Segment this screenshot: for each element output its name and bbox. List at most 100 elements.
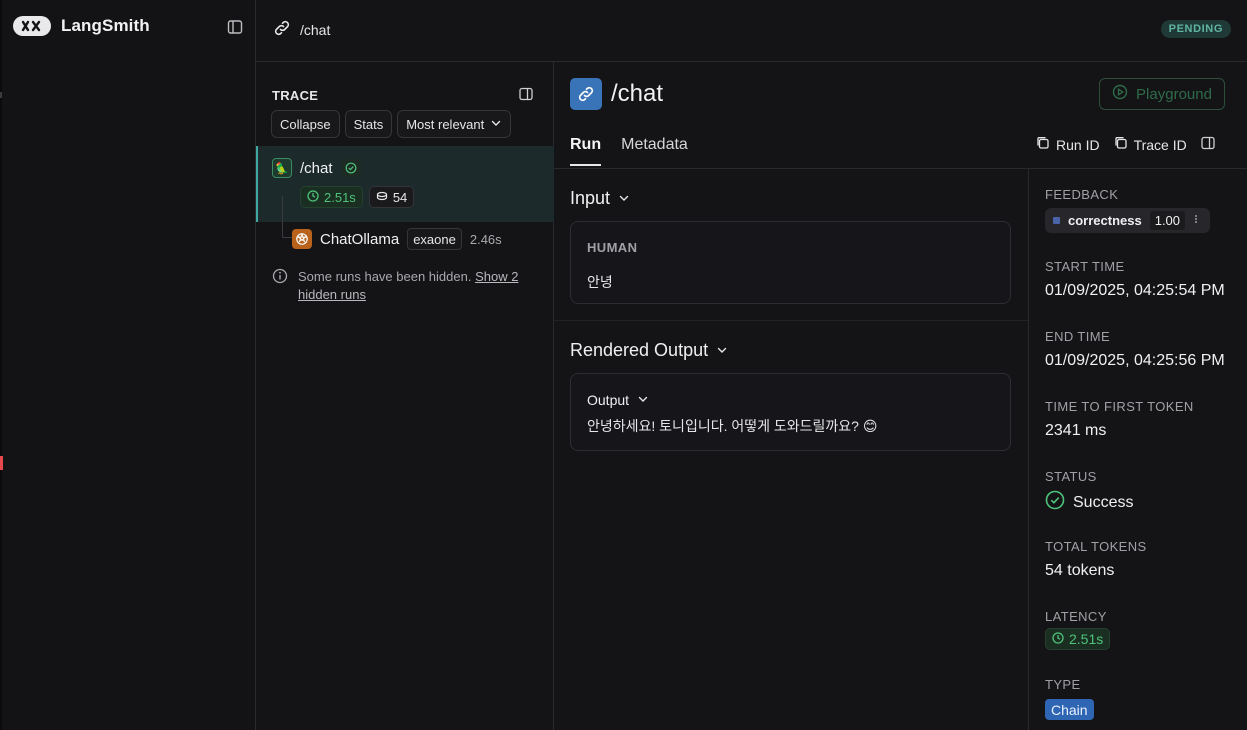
output-section-toggle[interactable]: Rendered Output xyxy=(570,340,728,361)
edge-marker xyxy=(0,92,2,98)
chevron-down-icon xyxy=(637,392,649,408)
run-node-root: 🦜 /chat xyxy=(272,158,361,178)
info-icon xyxy=(272,268,288,304)
latency-value: 2.51s xyxy=(324,189,356,205)
panel-layout-icon[interactable] xyxy=(519,87,533,101)
copy-icon xyxy=(1036,136,1050,153)
langsmith-logo-icon xyxy=(13,16,51,36)
output-card: Output 안녕하세요! 토니입니다. 어떻게 도와드릴까요? 😊 xyxy=(570,373,1011,451)
coins-icon xyxy=(376,190,388,205)
run-tabs: Run Metadata xyxy=(570,136,688,166)
trace-id-label: Trace ID xyxy=(1133,136,1187,153)
feedback-key: correctness xyxy=(1068,213,1142,228)
feedback-dot-icon xyxy=(1053,217,1060,224)
end-time-value: 01/09/2025, 04:25:56 PM xyxy=(1045,352,1225,369)
status-value: Success xyxy=(1045,490,1133,515)
status-text: Success xyxy=(1073,493,1134,511)
output-toggle[interactable]: Output xyxy=(587,392,649,408)
tokens-pill: 54 xyxy=(368,186,415,208)
feedback-label: FEEDBACK xyxy=(1045,187,1119,202)
feedback-chip[interactable]: correctness 1.00 xyxy=(1045,208,1210,233)
copy-run-id-button[interactable]: Run ID xyxy=(1036,136,1100,153)
success-check-icon xyxy=(1045,490,1065,515)
start-time-value: 01/09/2025, 04:25:54 PM xyxy=(1045,282,1225,299)
metadata-column: FEEDBACK correctness 1.00 START TIME 01/… xyxy=(1028,169,1247,730)
input-card: HUMAN 안녕 xyxy=(570,221,1011,304)
chevron-down-icon xyxy=(716,340,728,361)
model-tag: exaone xyxy=(407,228,462,250)
sidebar-edge xyxy=(0,0,2,730)
playground-label: Playground xyxy=(1136,85,1212,103)
section-divider xyxy=(554,320,1028,321)
link-icon xyxy=(272,18,292,41)
playground-button[interactable]: Playground xyxy=(1099,78,1225,110)
tab-run[interactable]: Run xyxy=(570,136,602,166)
message-role: HUMAN xyxy=(587,240,638,255)
tree-connector xyxy=(282,196,283,238)
id-actions: Run ID Trace ID xyxy=(1036,136,1215,153)
output-label: Output xyxy=(587,392,630,408)
run-detail-panel: /chat Run Metadata Input HUMAN 안녕 Render… xyxy=(554,62,1247,730)
end-time-label: END TIME xyxy=(1045,329,1111,344)
child-run-name: ChatOllama xyxy=(320,230,400,248)
sidebar-toggle-icon[interactable] xyxy=(227,19,243,35)
clock-icon xyxy=(1052,631,1064,647)
brand-name: LangSmith xyxy=(61,16,150,35)
chevron-down-icon xyxy=(618,188,630,209)
input-heading: Input xyxy=(570,188,611,208)
tokens-value: 54 xyxy=(392,189,408,205)
ttft-label: TIME TO FIRST TOKEN xyxy=(1045,399,1194,414)
left-sidebar: LangSmith xyxy=(0,0,256,730)
latency-label: LATENCY xyxy=(1045,609,1107,624)
trace-title: TRACE xyxy=(272,88,319,103)
stats-button[interactable]: Stats xyxy=(344,110,393,138)
feedback-score: 1.00 xyxy=(1149,211,1186,230)
trace-row-selected[interactable]: 🦜 /chat 2.51s 54 xyxy=(256,146,554,222)
hidden-runs-note: Some runs have been hidden. Show 2 hidde… xyxy=(272,268,538,304)
copy-icon xyxy=(1114,136,1128,153)
breadcrumb-text: /chat xyxy=(300,21,331,38)
collapse-button[interactable]: Collapse xyxy=(271,110,340,138)
trace-toolbar: Collapse Stats Most relevant xyxy=(271,110,512,138)
clock-icon xyxy=(307,189,319,205)
success-check-icon xyxy=(340,159,361,177)
start-time-label: START TIME xyxy=(1045,259,1125,274)
input-section-toggle[interactable]: Input xyxy=(570,188,630,209)
run-name: /chat xyxy=(300,159,333,177)
tab-metadata[interactable]: Metadata xyxy=(621,136,688,166)
link-icon xyxy=(570,78,602,110)
breadcrumb[interactable]: /chat xyxy=(272,18,330,41)
trace-panel: TRACE Collapse Stats Most relevant 🦜 /ch… xyxy=(256,62,554,730)
run-title-row: /chat xyxy=(570,78,663,110)
ttft-value: 2341 ms xyxy=(1045,422,1107,439)
input-message: 안녕 xyxy=(587,274,613,290)
edge-marker-alert xyxy=(0,456,3,470)
type-badge: Chain xyxy=(1045,699,1094,720)
openai-style-icon xyxy=(292,229,312,249)
total-tokens-label: TOTAL TOKENS xyxy=(1045,539,1147,554)
more-vertical-icon[interactable] xyxy=(1193,213,1199,228)
trace-row-child[interactable]: ChatOllama exaone 2.46s xyxy=(292,228,502,250)
output-heading: Rendered Output xyxy=(570,340,709,360)
copy-trace-id-button[interactable]: Trace ID xyxy=(1114,136,1187,153)
app-root: LangSmith /chat PENDING TRACE Collapse S… xyxy=(0,0,1247,730)
tree-connector-hook xyxy=(282,237,292,238)
chevron-down-icon xyxy=(490,117,502,132)
brand[interactable]: LangSmith xyxy=(13,16,150,36)
panel-layout-icon[interactable] xyxy=(1201,136,1215,153)
latency-pill: 2.51s xyxy=(300,186,363,208)
status-badge: PENDING xyxy=(1160,20,1231,38)
status-label: STATUS xyxy=(1045,469,1097,484)
parrot-icon: 🦜 xyxy=(272,158,292,178)
run-metrics: 2.51s 54 xyxy=(300,186,415,208)
top-header: /chat PENDING xyxy=(256,0,1247,62)
output-message: 안녕하세요! 토니입니다. 어떻게 도와드릴까요? 😊 xyxy=(587,418,878,434)
page-title: /chat xyxy=(611,80,664,107)
sort-select[interactable]: Most relevant xyxy=(397,110,512,138)
run-id-label: Run ID xyxy=(1056,136,1100,153)
type-label: TYPE xyxy=(1045,677,1081,692)
latency-value: 2.51s xyxy=(1069,631,1104,647)
hidden-runs-message: Some runs have been hidden. xyxy=(298,269,476,284)
latency-pill: 2.51s xyxy=(1045,628,1111,650)
hidden-runs-text: Some runs have been hidden. Show 2 hidde… xyxy=(298,268,538,304)
